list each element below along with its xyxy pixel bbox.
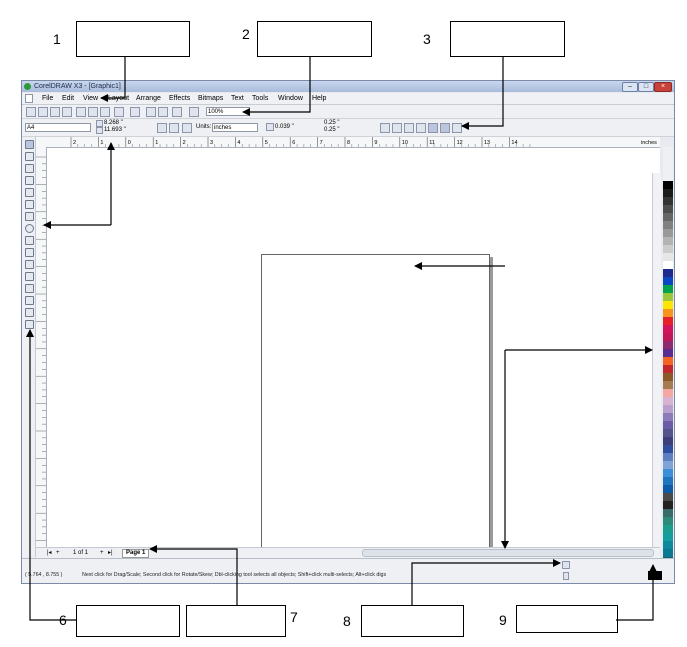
- connector-9: [616, 564, 657, 621]
- connector-7: [149, 545, 238, 605]
- connector-2: [242, 56, 311, 116]
- connector-3: [461, 56, 504, 130]
- connector-8: [411, 559, 561, 605]
- connector-6: [26, 329, 76, 621]
- connector-1: [100, 56, 126, 102]
- callout-connectors: [26, 56, 657, 621]
